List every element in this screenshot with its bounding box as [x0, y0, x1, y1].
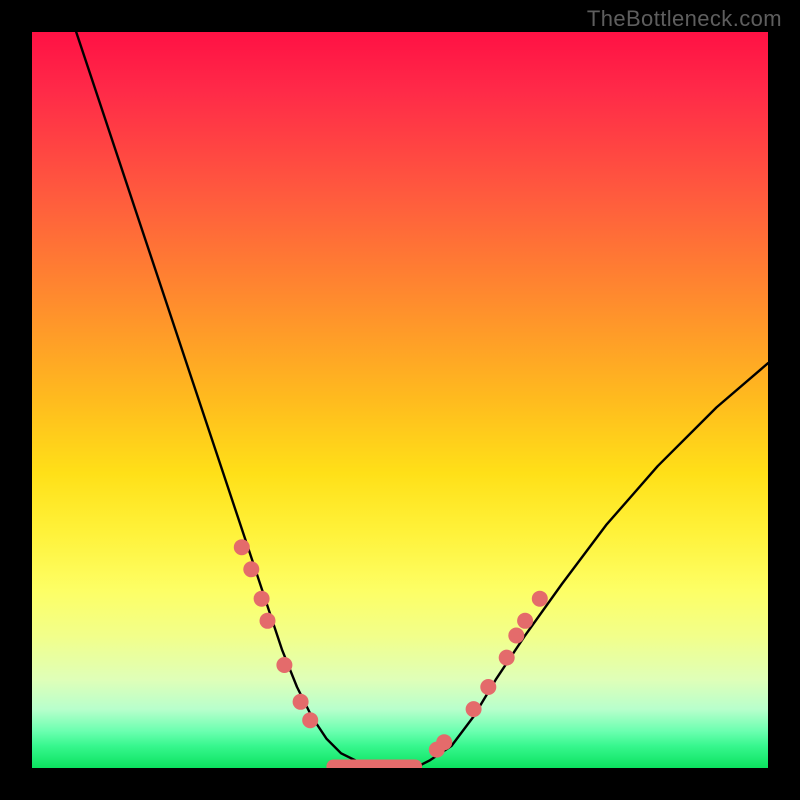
left-dot-3	[254, 591, 270, 607]
right-dot-7	[517, 613, 533, 629]
optimal-zone-marker	[326, 760, 422, 769]
left-dot-6	[293, 694, 309, 710]
left-dot-1	[234, 539, 250, 555]
attribution-label: TheBottleneck.com	[587, 6, 782, 32]
bottleneck-curve	[76, 32, 768, 768]
curve-overlay	[32, 32, 768, 768]
plot-area	[32, 32, 768, 768]
left-dot-2	[243, 561, 259, 577]
right-dot-5	[499, 650, 515, 666]
left-dot-4	[260, 613, 276, 629]
right-dot-2	[436, 734, 452, 750]
left-dot-7	[302, 712, 318, 728]
left-dot-5	[276, 657, 292, 673]
right-dot-3	[466, 701, 482, 717]
right-dot-8	[532, 591, 548, 607]
chart-frame: TheBottleneck.com	[0, 0, 800, 800]
right-dot-4	[480, 679, 496, 695]
right-dot-6	[508, 628, 524, 644]
